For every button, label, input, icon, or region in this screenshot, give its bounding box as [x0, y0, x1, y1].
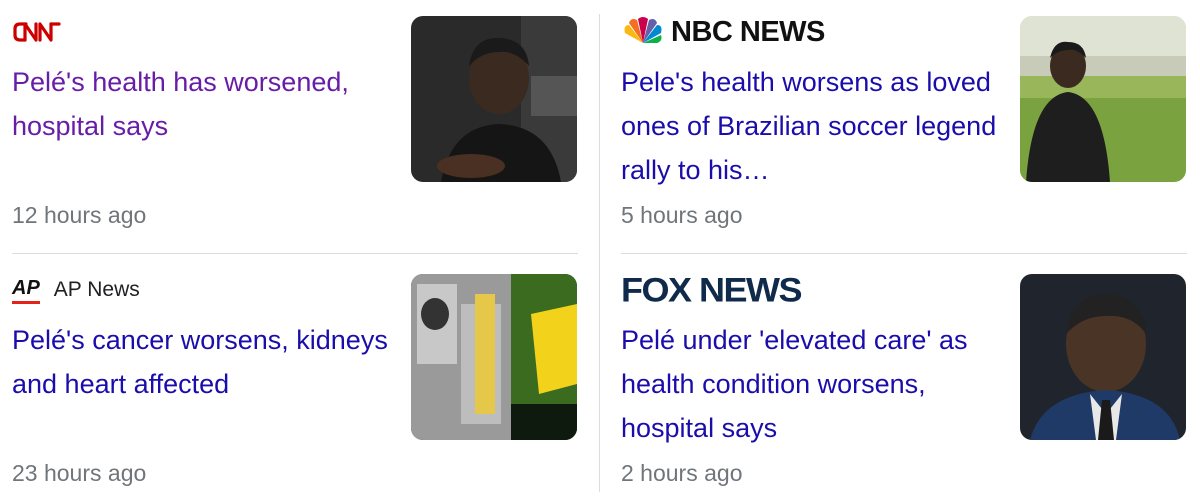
source-cnn [12, 14, 64, 50]
source-ap: AP AP News [12, 272, 140, 308]
row-divider-left [12, 253, 578, 254]
timestamp: 23 hours ago [12, 460, 147, 486]
headline[interactable]: Pelé's health has worsened, hospital say… [12, 60, 392, 148]
headline[interactable]: Pele's health worsens as loved ones of B… [621, 60, 1001, 192]
timestamp: 12 hours ago [12, 202, 147, 228]
source-nbc: NBC NEWS [621, 14, 825, 50]
thumbnail-image[interactable] [411, 274, 577, 440]
news-grid: Pelé's health has worsened, hospital say… [0, 0, 1200, 500]
cnn-logo-icon [12, 19, 64, 45]
thumbnail-image[interactable] [1020, 274, 1186, 440]
thumbnail-image[interactable] [411, 16, 577, 182]
news-card-cnn[interactable]: Pelé's health has worsened, hospital say… [12, 14, 578, 244]
news-card-fox[interactable]: FOX NEWS Pelé under 'elevated care' as h… [621, 270, 1187, 500]
row-divider-right [621, 253, 1187, 254]
ap-logo-icon: AP [12, 277, 40, 304]
column-divider [599, 14, 600, 492]
thumbnail-image[interactable] [1020, 16, 1186, 182]
news-card-nbc[interactable]: NBC NEWS Pele's health worsens as loved … [621, 14, 1187, 244]
news-card-ap[interactable]: AP AP News Pelé's cancer worsens, kidney… [12, 272, 578, 500]
source-name: AP News [53, 278, 140, 301]
timestamp: 5 hours ago [621, 202, 743, 228]
source-name: NBC NEWS [671, 15, 825, 48]
fox-news-logo-icon: FOX NEWS [621, 270, 803, 309]
timestamp: 2 hours ago [621, 460, 743, 486]
headline[interactable]: Pelé under 'elevated care' as health con… [621, 318, 1001, 450]
headline[interactable]: Pelé's cancer worsens, kidneys and heart… [12, 318, 392, 406]
nbc-peacock-icon [621, 15, 665, 50]
source-fox: FOX NEWS [621, 270, 803, 309]
